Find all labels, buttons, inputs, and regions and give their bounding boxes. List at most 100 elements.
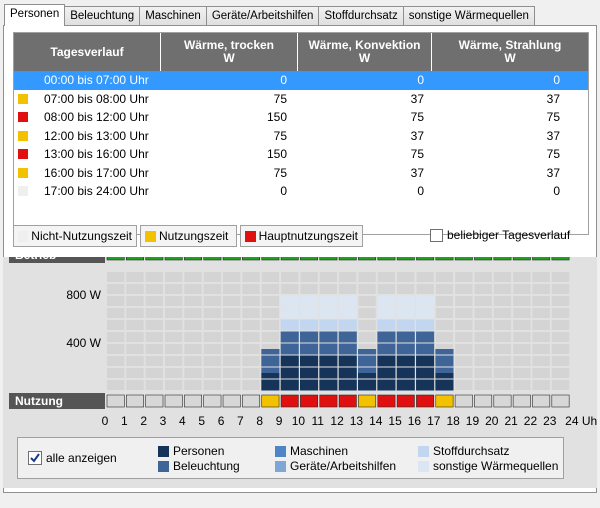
- grid-cell: [493, 296, 512, 306]
- bar-segment: [280, 355, 300, 391]
- x-tick-label: 11: [312, 414, 325, 428]
- legend-personen: Personen: [158, 444, 224, 458]
- grid-cell: [358, 296, 376, 306]
- x-tick-label: 2: [140, 414, 147, 428]
- grid-cell: [203, 320, 222, 330]
- grid-cell: [126, 344, 144, 354]
- x-tick-label: 12: [330, 414, 344, 428]
- grid-cell: [474, 380, 492, 390]
- cell-tagesverlauf: 07:00 bis 08:00 Uhr: [14, 90, 161, 109]
- cell-trocken: 75: [273, 165, 287, 180]
- betrieb-cell: [551, 257, 570, 261]
- grid-cell: [358, 272, 376, 282]
- checkbox-box[interactable]: [28, 451, 42, 465]
- betrieb-cell: [280, 257, 299, 261]
- grid-cell: [107, 344, 125, 354]
- grid-cell: [435, 296, 454, 306]
- x-tick-label: 17: [427, 414, 441, 428]
- grid-cell: [203, 296, 222, 306]
- legend-beleuchtung: Beleuchtung: [158, 459, 240, 473]
- header-label: Tagesverlauf: [50, 44, 124, 59]
- tab-stoffdurchsatz[interactable]: Stoffdurchsatz: [318, 6, 404, 25]
- nutzung-cell: [396, 394, 415, 408]
- alle-anzeigen-checkbox[interactable]: alle anzeigen: [28, 451, 117, 465]
- tab-personen[interactable]: Personen: [4, 4, 66, 26]
- grid-cell: [184, 320, 202, 330]
- table-row[interactable]: 08:00 bis 12:00 Uhr 150 75 75: [14, 108, 588, 127]
- grid-cell: [184, 296, 202, 306]
- grid-cell: [455, 332, 473, 342]
- grid-cell: [397, 272, 415, 282]
- header-tagesverlauf[interactable]: Tagesverlauf: [14, 33, 161, 71]
- cell-text: 13:00 bis 16:00 Uhr: [44, 147, 149, 161]
- x-tick-label: 19: [466, 414, 480, 428]
- grid-cell: [203, 332, 222, 342]
- table-header: Tagesverlauf Wärme, trocken W Wärme, Konv…: [14, 33, 588, 71]
- period-swatch-icon: [18, 75, 28, 85]
- legend-maschinen: Maschinen: [275, 444, 348, 458]
- header-waerme-konvektion[interactable]: Wärme, Konvektion W: [298, 33, 432, 71]
- cell-konvektion: 75: [410, 110, 424, 124]
- cell-strahlung: 0: [553, 73, 560, 87]
- legend: alle anzeigen Personen Beleuchtung Masch…: [17, 437, 564, 479]
- legend-sonstige: sonstige Wärmequellen: [418, 459, 558, 473]
- grid-cell: [474, 284, 492, 294]
- betrieb-cell: [512, 257, 531, 261]
- grid-cell: [126, 284, 144, 294]
- cell-konvektion: 37: [410, 128, 424, 143]
- swatch-icon: [275, 460, 286, 472]
- cell-tagesverlauf: 00:00 bis 07:00 Uhr: [14, 71, 161, 90]
- betrieb-cell: [358, 257, 377, 261]
- table-row[interactable]: 12:00 bis 13:00 Uhr 75 37 37: [14, 127, 588, 146]
- nutzung-cell: [416, 394, 435, 408]
- tab-maschinen[interactable]: Maschinen: [139, 6, 207, 25]
- table-row[interactable]: 13:00 bis 16:00 Uhr 150 75 75: [14, 145, 588, 164]
- grid-cell: [126, 296, 144, 306]
- table-row[interactable]: 17:00 bis 24:00 Uhr 0 0 0: [14, 182, 588, 201]
- bar-segment: [415, 319, 435, 331]
- bar-segment: [260, 349, 281, 373]
- grid-cell: [184, 308, 202, 318]
- header-waerme-trocken[interactable]: Wärme, trocken W: [161, 33, 298, 71]
- grid-cell: [223, 344, 241, 354]
- cell-trocken: 0: [280, 73, 287, 87]
- header-waerme-strahlung[interactable]: Wärme, Strahlung W: [432, 33, 588, 71]
- cell-konvektion: 37: [410, 165, 424, 180]
- grid-cell: [474, 344, 492, 354]
- grid-cell: [455, 344, 473, 354]
- table-row[interactable]: 07:00 bis 08:00 Uhr 75 37 37: [14, 90, 588, 109]
- betrieb-cell: [300, 257, 319, 261]
- bar-segment: [299, 319, 319, 331]
- nutzung-cell: [493, 394, 512, 408]
- grid-cell: [145, 320, 164, 330]
- table-row[interactable]: 00:00 bis 07:00 Uhr 0 0 0: [14, 71, 588, 90]
- tab-geraete[interactable]: Geräte/Arbeitshilfen: [205, 6, 320, 25]
- grid-cell: [319, 284, 338, 294]
- grid-cell: [261, 332, 280, 342]
- grid-cell: [145, 344, 164, 354]
- cell-text: 12:00 bis 13:00 Uhr: [44, 128, 149, 143]
- grid-cell: [300, 272, 318, 282]
- table-row[interactable]: 16:00 bis 17:00 Uhr 75 37 37: [14, 164, 588, 183]
- nutzung-cell: [338, 394, 357, 408]
- grid-cell: [107, 284, 125, 294]
- tab-sonstige[interactable]: sonstige Wärmequellen: [402, 6, 535, 25]
- grid-cell: [242, 320, 260, 330]
- tab-beleuchtung[interactable]: Beleuchtung: [64, 6, 141, 25]
- grid-cell: [184, 380, 202, 390]
- grid-cell: [532, 356, 550, 366]
- grid-cell: [165, 356, 183, 366]
- cell-trocken: 75: [273, 128, 287, 143]
- grid-cell: [165, 296, 183, 306]
- grid-cell: [261, 296, 280, 306]
- grid-cell: [107, 320, 125, 330]
- bar-segment: [318, 355, 339, 391]
- grid-cell: [532, 308, 550, 318]
- grid-cell: [184, 284, 202, 294]
- betrieb-cell: [377, 257, 396, 261]
- nutzung-cell: [435, 394, 454, 408]
- grid-cell: [223, 332, 241, 342]
- grid-cell: [203, 272, 222, 282]
- swatch-icon: [158, 460, 169, 472]
- betrieb-cell: [454, 257, 473, 261]
